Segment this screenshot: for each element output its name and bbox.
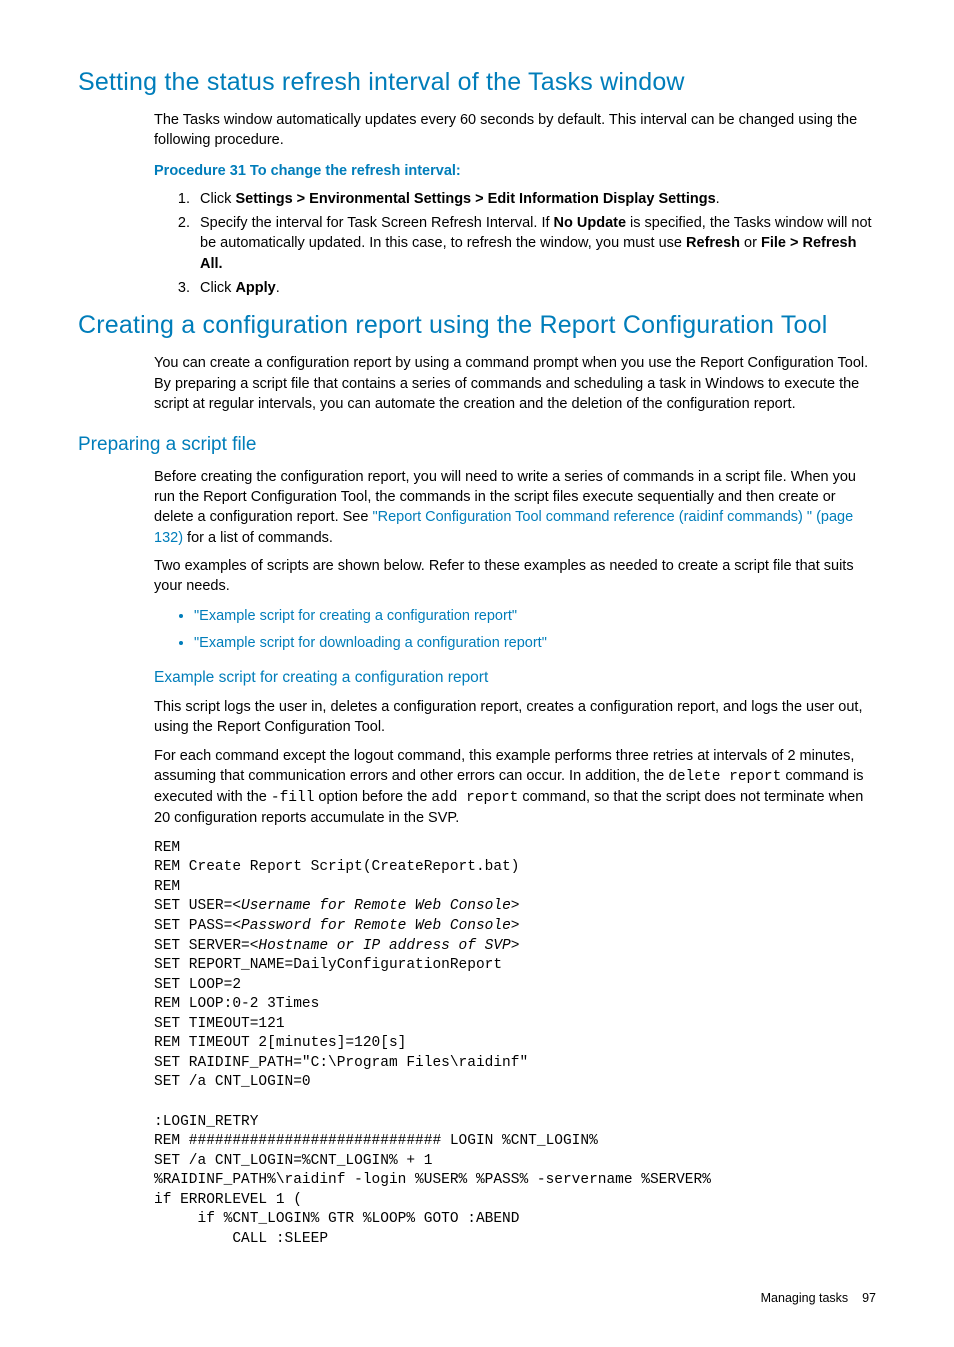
step3-apply: Apply	[235, 280, 275, 296]
example-links-list: "Example script for creating a configura…	[154, 605, 876, 654]
step2-noupdate: No Update	[554, 215, 627, 231]
procedure-title: Procedure 31 To change the refresh inter…	[154, 161, 876, 181]
step1-bold: Settings > Environmental Settings > Edit…	[235, 191, 715, 207]
heading-setting-refresh: Setting the status refresh interval of t…	[78, 65, 876, 100]
page-footer: Managing tasks 97	[78, 1290, 876, 1308]
example-p1: This script logs the user in, deletes a …	[154, 697, 876, 738]
code-delete-report: delete report	[668, 769, 781, 785]
link-example-create[interactable]: "Example script for creating a configura…	[194, 605, 876, 626]
section2-para: You can create a configuration report by…	[154, 353, 876, 414]
code-fill: -fill	[271, 790, 315, 806]
step3-c: .	[276, 280, 280, 296]
step2-refresh: Refresh	[686, 235, 740, 251]
step1-text-c: .	[716, 191, 720, 207]
step-3: Click Apply.	[194, 278, 876, 298]
link-example-download[interactable]: "Example script for downloading a config…	[194, 632, 876, 653]
section1-intro: The Tasks window automatically updates e…	[154, 110, 876, 151]
step1-text-a: Click	[200, 191, 235, 207]
step2-e: or	[740, 235, 761, 251]
footer-page: 97	[862, 1291, 876, 1305]
heading-preparing-script: Preparing a script file	[78, 432, 876, 459]
script-block: REM REM Create Report Script(CreateRepor…	[154, 839, 876, 1250]
heading-example-create: Example script for creating a configurat…	[154, 667, 876, 689]
ex-p2-c: option before the	[314, 789, 431, 805]
footer-label: Managing tasks	[761, 1291, 849, 1305]
step-1: Click Settings > Environmental Settings …	[194, 189, 876, 209]
example-p2: For each command except the logout comma…	[154, 746, 876, 829]
prep-p1: Before creating the configuration report…	[154, 467, 876, 548]
procedure-steps: Click Settings > Environmental Settings …	[174, 189, 876, 298]
step2-a: Specify the interval for Task Screen Ref…	[200, 215, 554, 231]
step3-a: Click	[200, 280, 235, 296]
prep-p1-b: for a list of commands.	[183, 530, 333, 546]
code-add-report: add report	[431, 790, 518, 806]
prep-p2: Two examples of scripts are shown below.…	[154, 556, 876, 597]
heading-creating-report: Creating a configuration report using th…	[78, 308, 876, 343]
step-2: Specify the interval for Task Screen Ref…	[194, 213, 876, 274]
